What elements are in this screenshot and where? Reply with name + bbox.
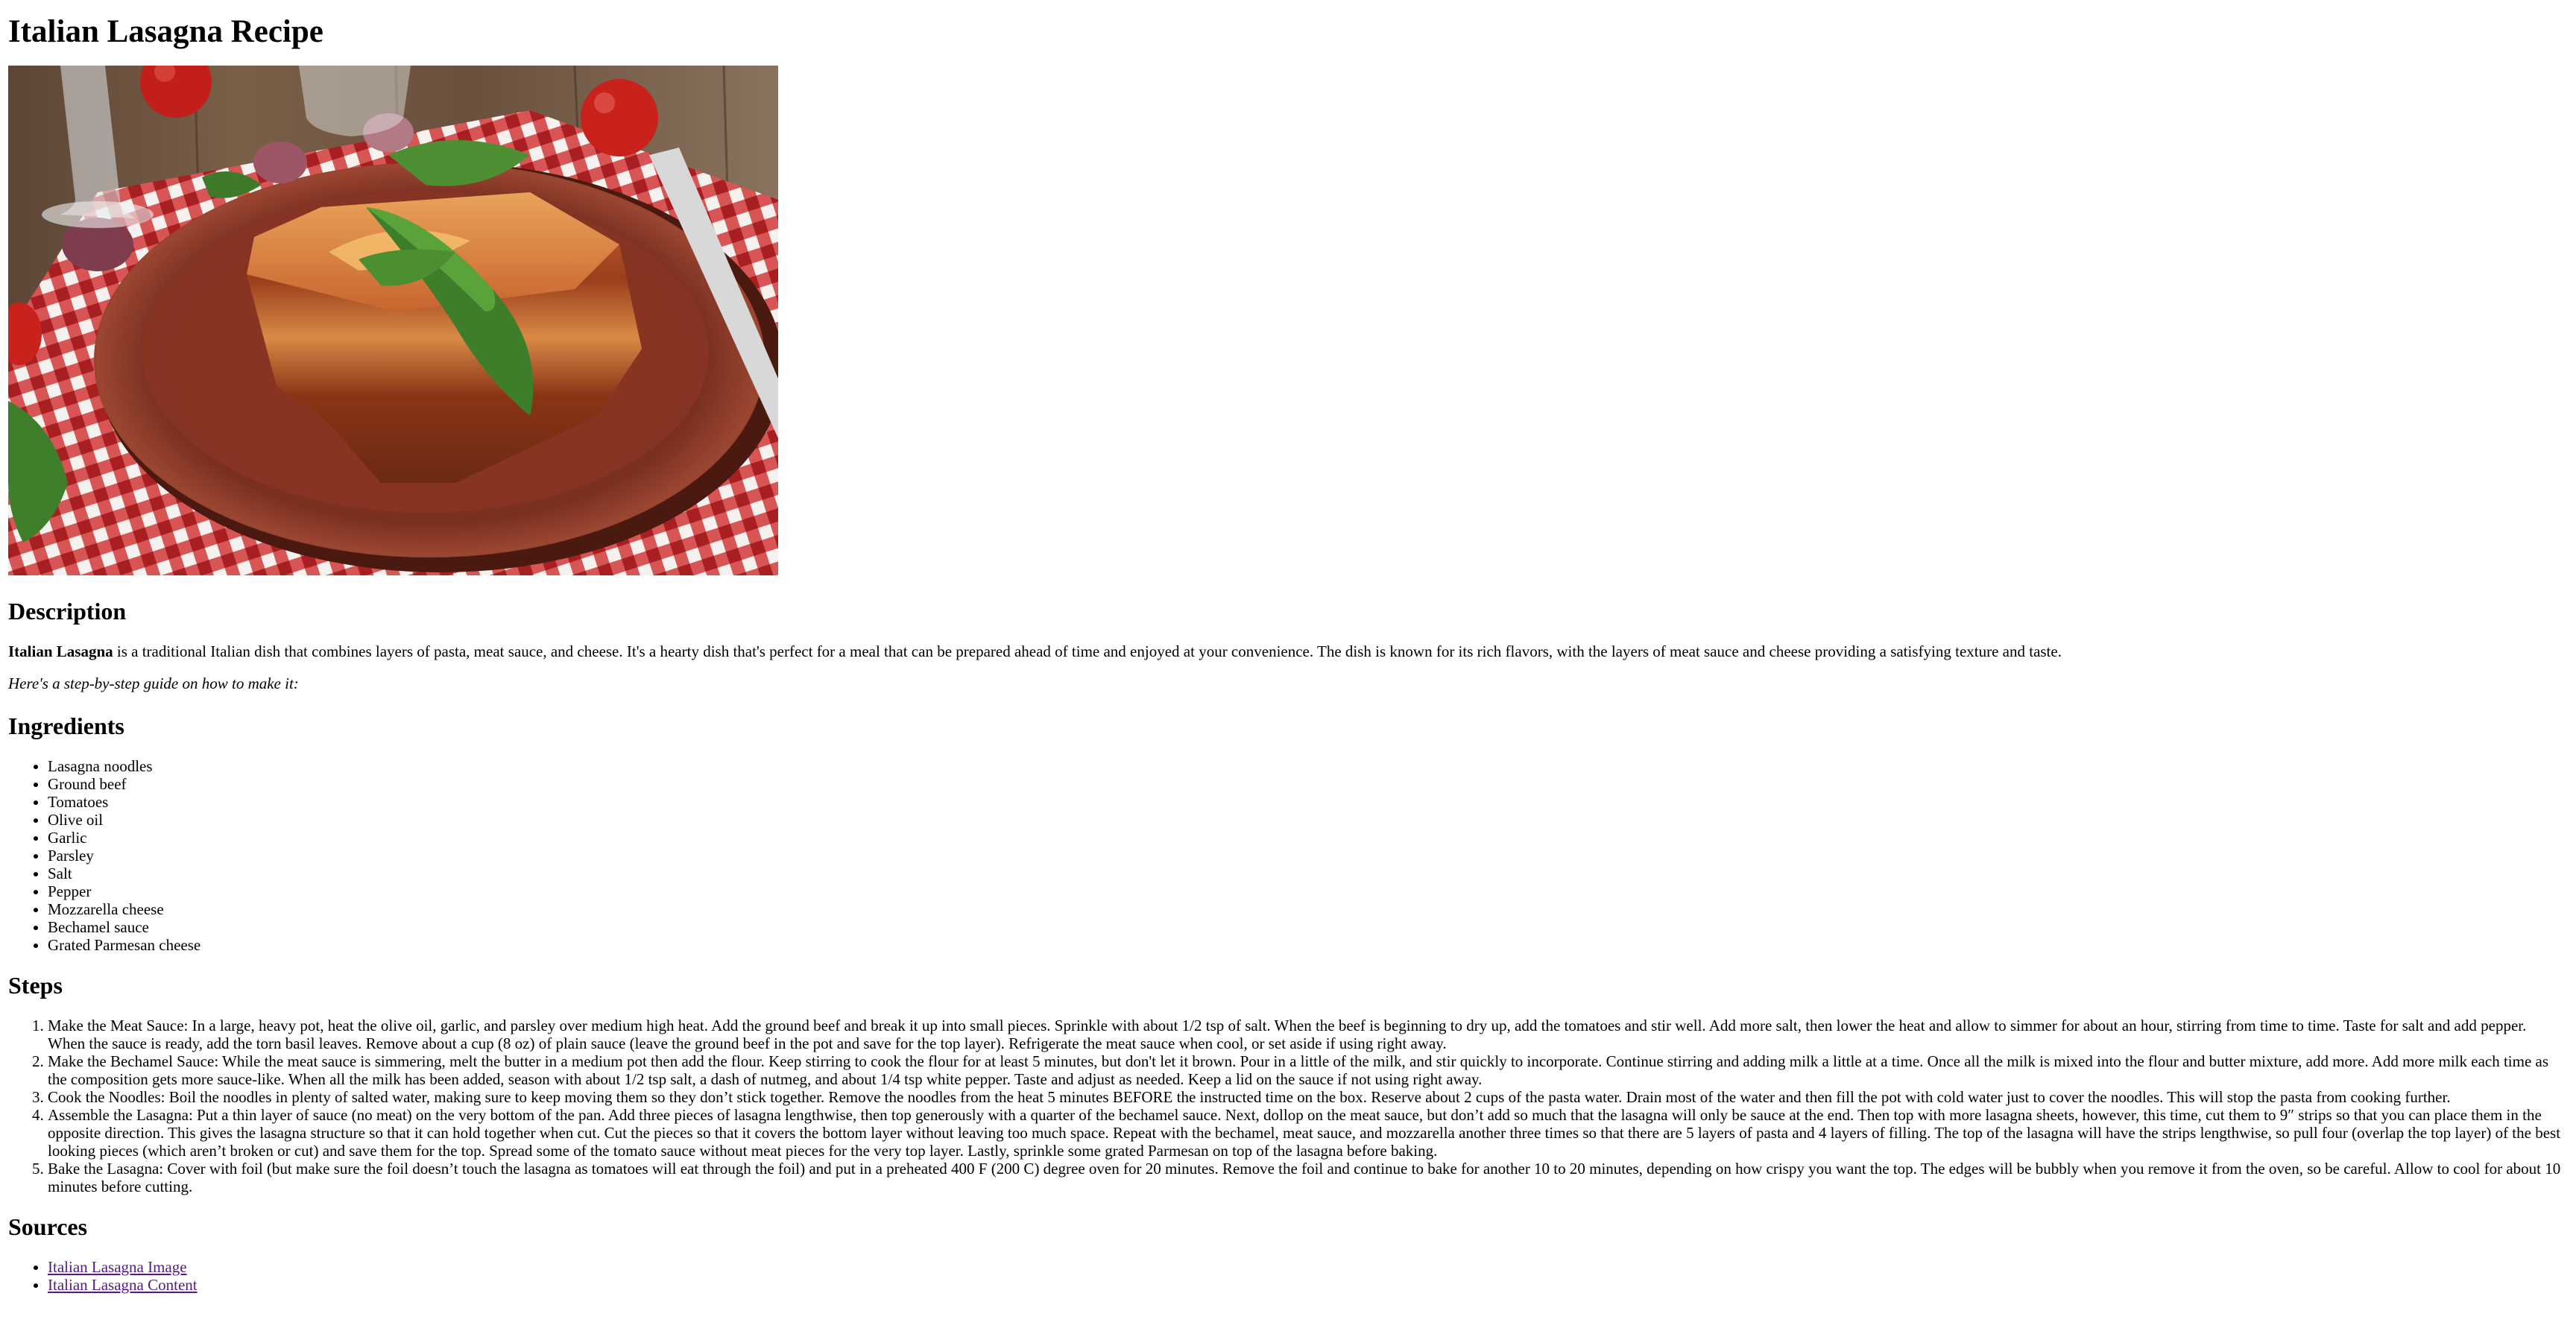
source-link-content[interactable]: Italian Lasagna Content — [48, 1276, 198, 1294]
page-title: Italian Lasagna Recipe — [8, 14, 323, 49]
lasagna-photo-illustration — [8, 66, 778, 575]
ingredient-item: Parsley — [48, 847, 2568, 865]
page: Italian Lasagna Recipe Description Itali… — [0, 0, 2576, 1294]
step-item: Make the Bechamel Sauce: While the meat … — [48, 1052, 2568, 1088]
steps-list: Make the Meat Sauce: In a large, heavy p… — [8, 1017, 2568, 1195]
step-item: Cook the Noodles: Boil the noodles in pl… — [48, 1088, 2568, 1106]
ingredients-list: Lasagna noodles Ground beef Tomatoes Oli… — [8, 757, 2568, 954]
step-item: Make the Meat Sauce: In a large, heavy p… — [48, 1017, 2568, 1052]
ingredient-item: Salt — [48, 865, 2568, 882]
ingredient-item: Mozzarella cheese — [48, 900, 2568, 918]
ingredient-item: Ground beef — [48, 775, 2568, 793]
description-text: is a traditional Italian dish that combi… — [113, 642, 2062, 660]
ingredient-item: Lasagna noodles — [48, 757, 2568, 775]
sources-list: Italian Lasagna Image Italian Lasagna Co… — [8, 1258, 2568, 1294]
description-heading: Description — [8, 598, 127, 625]
ingredient-item: Bechamel sauce — [48, 918, 2568, 936]
steps-heading: Steps — [8, 972, 63, 999]
source-link-image[interactable]: Italian Lasagna Image — [48, 1258, 187, 1276]
description-paragraph: Italian Lasagna is a traditional Italian… — [8, 642, 2568, 661]
source-item: Italian Lasagna Content — [48, 1276, 2568, 1294]
ingredient-item: Pepper — [48, 882, 2568, 900]
ingredients-heading: Ingredients — [8, 712, 124, 739]
ingredient-item: Grated Parmesan cheese — [48, 936, 2568, 954]
ingredient-item: Garlic — [48, 829, 2568, 847]
step-item: Assemble the Lasagna: Put a thin layer o… — [48, 1106, 2568, 1160]
ingredient-item: Tomatoes — [48, 793, 2568, 811]
source-item: Italian Lasagna Image — [48, 1258, 2568, 1276]
intro-text: Here's a step-by-step guide on how to ma… — [8, 674, 299, 692]
step-item: Bake the Lasagna: Cover with foil (but m… — [48, 1160, 2568, 1195]
description-bold-lead: Italian Lasagna — [8, 642, 113, 660]
lasagna-image — [8, 66, 778, 575]
sources-heading: Sources — [8, 1213, 88, 1240]
ingredient-item: Olive oil — [48, 811, 2568, 829]
